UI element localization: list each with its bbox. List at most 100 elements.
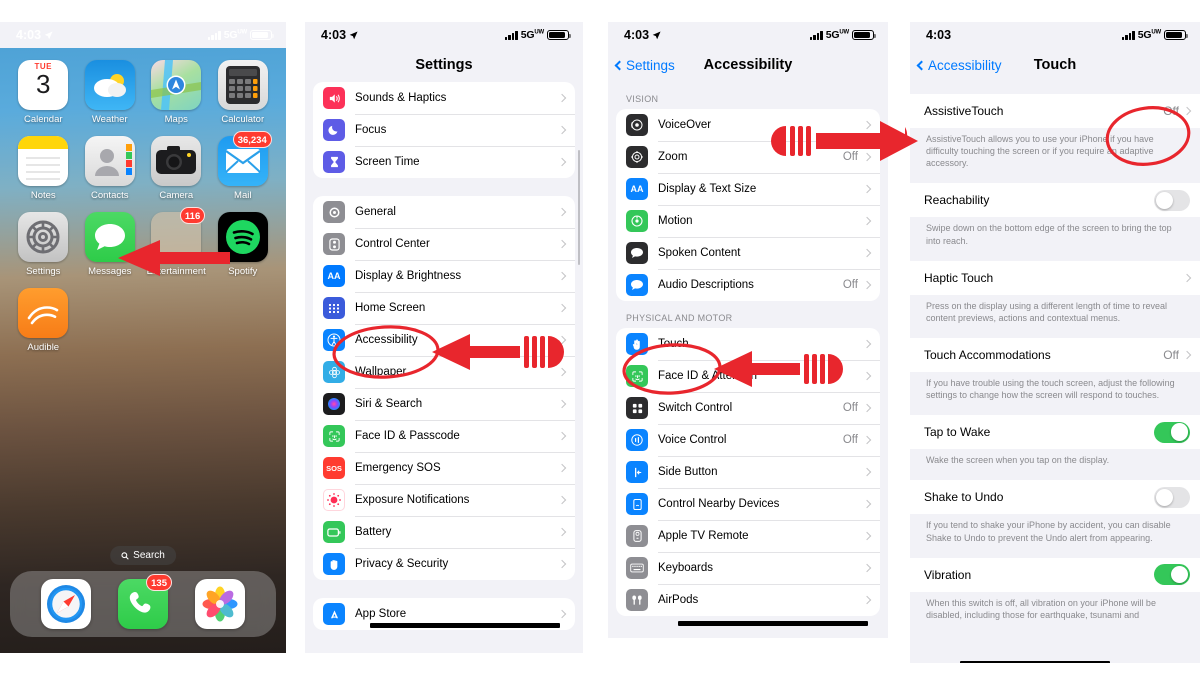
- battery-icon: [547, 29, 572, 41]
- settings-row-wallpaper[interactable]: Wallpaper: [313, 356, 575, 388]
- app-mail[interactable]: 36,234 Mail: [212, 131, 274, 201]
- row-audio-descriptions[interactable]: Audio Descriptions Off: [616, 269, 880, 301]
- settings-scroll[interactable]: Sounds & Haptics Focus Screen Time Gener…: [305, 82, 583, 653]
- chevron-right-icon: [557, 495, 567, 505]
- scroll-indicator[interactable]: [577, 150, 580, 265]
- vibration-toggle[interactable]: [1154, 564, 1190, 586]
- text-size-icon: AA: [323, 265, 345, 287]
- settings-row-focus[interactable]: Focus: [313, 114, 575, 146]
- dock-app-photos[interactable]: [194, 579, 245, 629]
- app-label: Messages: [88, 266, 132, 277]
- settings-row-sounds[interactable]: Sounds & Haptics: [313, 82, 575, 114]
- chevron-right-icon: [557, 527, 567, 537]
- app-calendar[interactable]: TUE 3 Calendar: [12, 60, 74, 125]
- row-apple-tv-remote[interactable]: Apple TV Remote: [616, 520, 880, 552]
- row-label: Touch: [658, 338, 689, 350]
- settings-group-1: Sounds & Haptics Focus Screen Time: [313, 82, 575, 178]
- exposure-dot-icon: [323, 489, 345, 511]
- app-notes[interactable]: Notes: [12, 136, 74, 201]
- settings-row-privacy[interactable]: Privacy & Security: [313, 548, 575, 580]
- chevron-right-icon: [557, 431, 567, 441]
- settings-row-control-center[interactable]: Control Center: [313, 228, 575, 260]
- app-spotify[interactable]: Spotify: [212, 212, 274, 277]
- row-airpods[interactable]: AirPods: [616, 584, 880, 616]
- back-button[interactable]: Accessibility: [916, 58, 1002, 73]
- battery-icon: [852, 29, 877, 41]
- chevron-right-icon: [862, 467, 872, 477]
- settings-row-sos[interactable]: SOS Emergency SOS: [313, 452, 575, 484]
- app-contacts[interactable]: Contacts: [79, 136, 141, 201]
- chevron-right-icon: [557, 335, 567, 345]
- row-faceid-attention[interactable]: Face ID & Attention: [616, 360, 880, 392]
- row-shake-to-undo[interactable]: Shake to Undo: [910, 480, 1200, 515]
- row-nearby-devices[interactable]: Control Nearby Devices: [616, 488, 880, 520]
- app-audible[interactable]: Audible: [12, 288, 74, 353]
- settings-row-home-screen[interactable]: Home Screen: [313, 292, 575, 324]
- settings-row-exposure[interactable]: Exposure Notifications: [313, 484, 575, 516]
- settings-row-screentime[interactable]: Screen Time: [313, 146, 575, 178]
- safari-icon: [41, 579, 92, 629]
- app-messages[interactable]: Messages: [79, 212, 141, 277]
- touch-scroll[interactable]: AssistiveTouch Off AssistiveTouch allows…: [910, 82, 1200, 663]
- app-camera[interactable]: Camera: [145, 136, 207, 201]
- sliders-icon: [323, 233, 345, 255]
- row-assistivetouch[interactable]: AssistiveTouch Off: [910, 94, 1200, 128]
- reachability-toggle[interactable]: [1154, 189, 1190, 211]
- row-switch-control[interactable]: Switch Control Off: [616, 392, 880, 424]
- calendar-icon: TUE 3: [18, 60, 69, 110]
- row-display-text-size[interactable]: AA Display & Text Size: [616, 173, 880, 205]
- shake-to-undo-toggle[interactable]: [1154, 486, 1190, 508]
- app-folder-entertainment[interactable]: 116 Entertainment: [145, 207, 207, 277]
- settings-row-accessibility[interactable]: Accessibility: [313, 324, 575, 356]
- maps-icon: [151, 60, 202, 110]
- row-zoom[interactable]: Zoom Off: [616, 141, 880, 173]
- spoken-content-icon: [626, 242, 648, 264]
- text-size-icon: AA: [626, 178, 648, 200]
- row-side-button[interactable]: Side Button: [616, 456, 880, 488]
- search-icon: [121, 551, 129, 560]
- settings-row-siri[interactable]: Siri & Search: [313, 388, 575, 420]
- row-motion[interactable]: Motion: [616, 205, 880, 237]
- footnote-haptic-touch: Press on the display using a different l…: [926, 300, 1167, 323]
- app-calculator[interactable]: Calculator: [212, 60, 274, 125]
- settings-row-display[interactable]: AA Display & Brightness: [313, 260, 575, 292]
- chevron-right-icon: [862, 339, 872, 349]
- row-tap-to-wake[interactable]: Tap to Wake: [910, 415, 1200, 450]
- switch-control-icon: [626, 397, 648, 419]
- app-label: Settings: [26, 266, 61, 277]
- settings-row-faceid[interactable]: Face ID & Passcode: [313, 420, 575, 452]
- settings-row-battery[interactable]: Battery: [313, 516, 575, 548]
- row-label: Motion: [658, 215, 693, 227]
- row-label: Battery: [355, 526, 392, 538]
- row-keyboards[interactable]: Keyboards: [616, 552, 880, 584]
- row-touch-accommodations[interactable]: Touch Accommodations Off: [910, 337, 1200, 372]
- dock-app-safari[interactable]: [41, 579, 92, 629]
- status-time: 4:03: [16, 28, 42, 42]
- tap-to-wake-toggle[interactable]: [1154, 421, 1190, 443]
- row-voice-control[interactable]: Voice Control Off: [616, 424, 880, 456]
- row-label: Side Button: [658, 466, 718, 478]
- row-touch[interactable]: Touch: [616, 328, 880, 360]
- app-settings[interactable]: Settings: [12, 212, 74, 277]
- footnote-vibration: When this switch is off, all vibration o…: [926, 597, 1156, 620]
- weather-icon: [84, 60, 135, 110]
- back-button[interactable]: Settings: [614, 58, 675, 73]
- row-vibration[interactable]: Vibration: [910, 557, 1200, 592]
- row-spoken-content[interactable]: Spoken Content: [616, 237, 880, 269]
- accessibility-scroll[interactable]: VISION VoiceOver Zoom Off AA Display & T…: [608, 82, 888, 638]
- app-weather[interactable]: Weather: [79, 60, 141, 125]
- row-voiceover[interactable]: VoiceOver: [616, 109, 880, 141]
- settings-row-general[interactable]: General: [313, 196, 575, 228]
- signal-bars-icon: [504, 30, 518, 40]
- search-pill[interactable]: Search: [110, 546, 176, 565]
- network-label: 5GUW: [520, 29, 544, 41]
- row-haptic-touch[interactable]: Haptic Touch: [910, 260, 1200, 295]
- row-reachability[interactable]: Reachability: [910, 183, 1200, 218]
- dock-app-phone[interactable]: 135: [117, 574, 172, 629]
- app-maps[interactable]: Maps: [145, 60, 207, 125]
- status-time: 4:03: [926, 28, 952, 42]
- row-label: Apple TV Remote: [658, 530, 749, 542]
- status-time: 4:03: [624, 28, 650, 42]
- tv-remote-icon: [626, 525, 648, 547]
- calendar-day: 3: [36, 69, 51, 99]
